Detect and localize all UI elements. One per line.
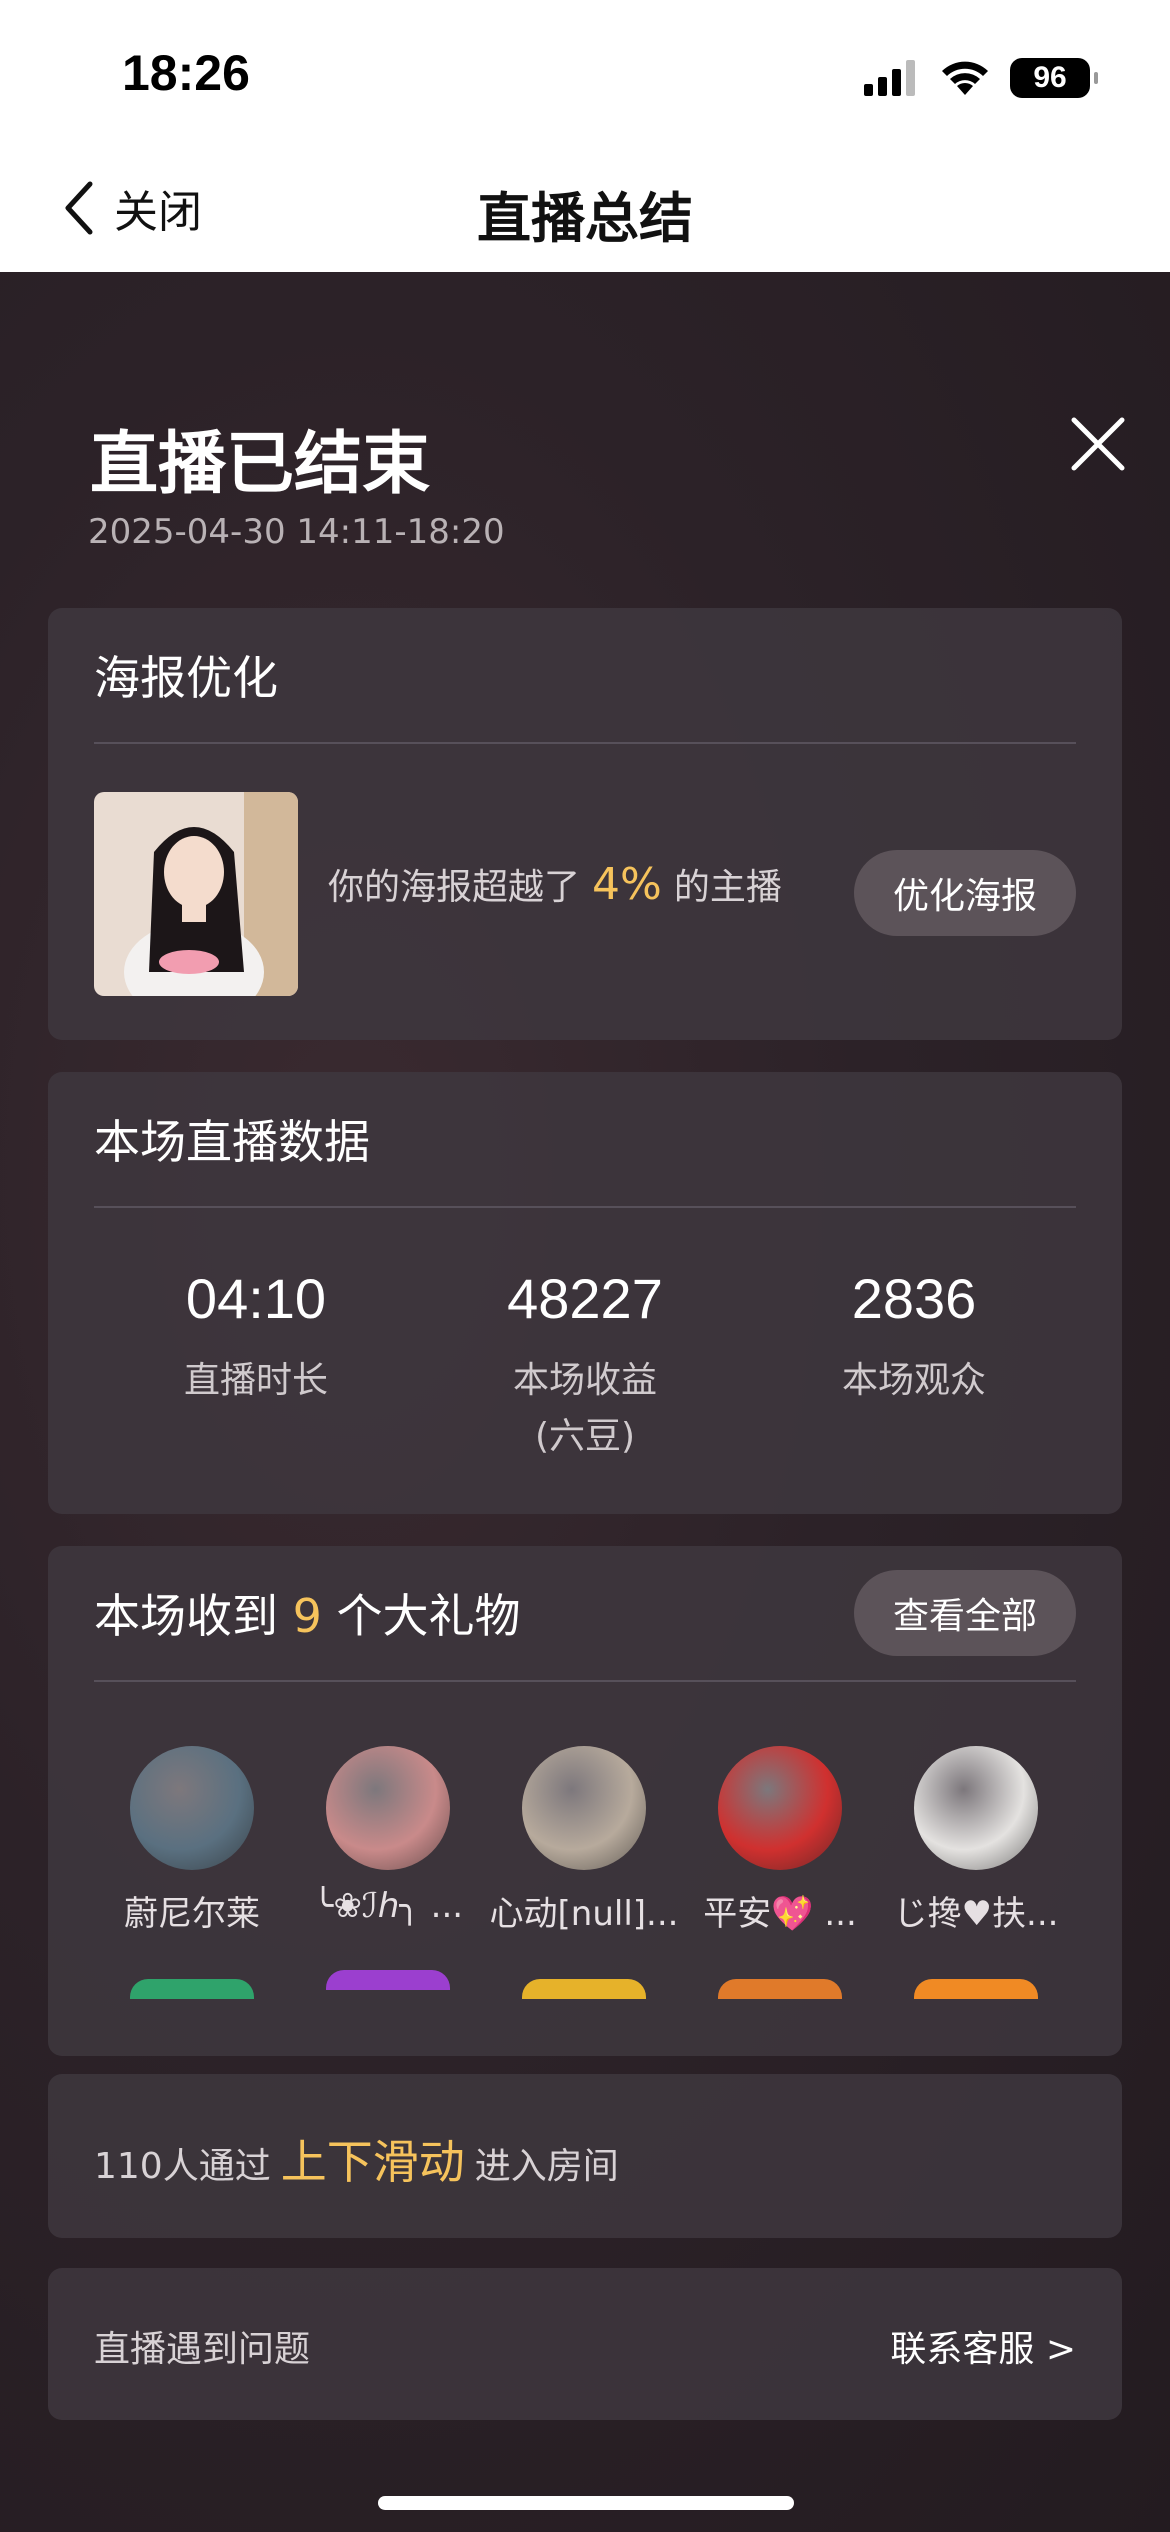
gifts-title-before: 本场收到 — [94, 1589, 278, 1643]
avatar — [914, 1746, 1038, 1870]
home-indicator — [378, 2496, 794, 2510]
poster-text-before: 你的海报超越了 — [328, 867, 581, 908]
stat-income: 48227 本场收益 (六豆) — [425, 1266, 745, 1465]
level-badge — [718, 1979, 842, 1999]
stat-value: 2836 — [851, 1267, 977, 1330]
live-ended-title: 直播已结束 — [90, 425, 431, 504]
gift-giver-name: 心动[null]... — [489, 1894, 679, 1934]
stat-value: 48227 — [507, 1267, 663, 1330]
wifi-icon — [942, 61, 988, 95]
gift-giver-item[interactable]: 平安💖 ... — [682, 1746, 878, 1999]
slide-entry-text: 110人通过 上下滑动 进入房间 — [94, 2126, 619, 2192]
live-stats-card: 本场直播数据 04:10 直播时长 48227 本场收益 (六豆) 2836 本… — [48, 1072, 1122, 1514]
close-icon[interactable] — [1068, 414, 1128, 474]
gifts-card-title: 本场收到 9 个大礼物 — [94, 1580, 521, 1646]
poster-thumbnail[interactable] — [94, 792, 298, 996]
view-all-button[interactable]: 查看全部 — [854, 1570, 1076, 1656]
nav-bar: 关闭 直播总结 — [0, 150, 1170, 272]
gift-giver-name: 平安💖 ... — [703, 1894, 857, 1934]
gift-giver-item[interactable]: ╰❀ℐℎ╮ ... — [290, 1746, 486, 1990]
status-bar: 18:26 96 — [0, 0, 1170, 150]
avatar — [130, 1746, 254, 1870]
avatar — [326, 1746, 450, 1870]
stats-card-title: 本场直播数据 — [94, 1115, 370, 1169]
poster-rank-text: 你的海报超越了 4% 的主播 — [328, 858, 782, 910]
gift-giver-name: 蔚尼尔莱 — [124, 1894, 260, 1934]
gift-giver-item[interactable]: 蔚尼尔莱 — [94, 1746, 290, 1999]
live-summary-content: 直播已结束 2025-04-30 14:11-18:20 海报优化 你的海报超越… — [0, 272, 1170, 2532]
level-badge — [914, 1979, 1038, 1999]
slide-text-before: 110人通过 — [94, 2146, 271, 2187]
gifts-count: 9 — [292, 1589, 322, 1643]
level-badge — [326, 1970, 450, 1990]
battery-indicator: 96 — [1010, 58, 1098, 98]
big-gifts-card: 本场收到 9 个大礼物 查看全部 蔚尼尔莱 ╰❀ℐℎ╮ ... 心动[null]..… — [48, 1546, 1122, 2056]
slide-text-after: 进入房间 — [474, 2146, 619, 2187]
gift-giver-name: ╰❀ℐℎ╮ ... — [312, 1886, 464, 1926]
poster-optimization-card: 海报优化 你的海报超越了 4% 的主播 优化海报 — [48, 608, 1122, 1040]
poster-card-title: 海报优化 — [94, 651, 278, 705]
slide-highlight: 上下滑动 — [280, 2135, 465, 2189]
stats-card-header: 本场直播数据 — [94, 1072, 1076, 1208]
poster-text-after: 的主播 — [673, 867, 782, 908]
status-icons: 96 — [864, 58, 1098, 98]
stat-label-sub: (六豆) — [534, 1416, 636, 1457]
stat-duration: 04:10 直播时长 — [96, 1266, 416, 1409]
avatar — [522, 1746, 646, 1870]
contact-support-link[interactable]: 联系客服 > — [890, 2320, 1076, 2372]
level-badge — [130, 1979, 254, 1999]
stat-label: 本场收益 (六豆) — [425, 1353, 745, 1465]
gift-giver-name: じ搀♥扶... — [893, 1894, 1059, 1934]
status-time: 18:26 — [122, 45, 250, 101]
live-time-range: 2025-04-30 14:11-18:20 — [88, 512, 505, 552]
stat-value: 04:10 — [185, 1267, 327, 1330]
optimize-poster-button[interactable]: 优化海报 — [854, 850, 1076, 936]
gifts-card-header: 本场收到 9 个大礼物 查看全部 — [94, 1546, 1076, 1682]
poster-percent: 4% — [592, 859, 662, 910]
avatar — [718, 1746, 842, 1870]
stat-label: 直播时长 — [183, 1360, 328, 1401]
gift-giver-item[interactable]: じ搀♥扶... — [878, 1746, 1074, 1999]
gift-giver-item[interactable]: 心动[null]... — [486, 1746, 682, 1999]
live-problem-label: 直播遇到问题 — [94, 2329, 311, 2370]
page-title: 直播总结 — [477, 187, 693, 250]
stat-label: 本场观众 — [841, 1360, 986, 1401]
level-badge — [522, 1979, 646, 1999]
signal-icon — [864, 60, 915, 96]
help-card: 直播遇到问题 联系客服 > — [48, 2268, 1122, 2420]
gifts-title-after: 个大礼物 — [336, 1589, 521, 1643]
poster-card-header: 海报优化 — [94, 608, 1076, 744]
stat-label-main: 本场收益 — [512, 1360, 657, 1401]
stat-viewers: 2836 本场观众 — [754, 1266, 1074, 1409]
slide-entry-card: 110人通过 上下滑动 进入房间 — [48, 2074, 1122, 2238]
